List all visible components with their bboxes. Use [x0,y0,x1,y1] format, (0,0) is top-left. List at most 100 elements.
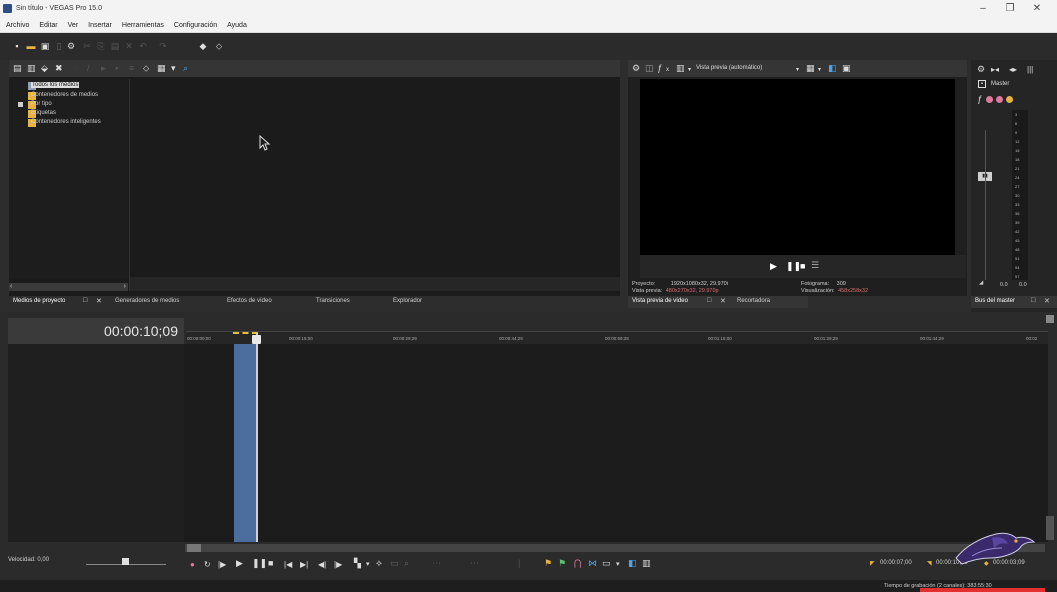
stop-media-icon[interactable]: ▪ [115,63,118,74]
menu-editar[interactable]: Editar [33,19,61,29]
play-from-start-icon[interactable]: |▶ [218,559,226,570]
timeline-timecode[interactable]: 00:00:10;09 [104,323,178,339]
ripple-icon[interactable]: ⋯ [432,558,441,569]
go-to-end-icon[interactable]: ▶| [300,559,308,570]
preview-stop-icon[interactable]: ■ [800,261,805,271]
undo-icon[interactable]: ↶ [138,41,148,51]
timeline-scroll-thumb[interactable] [187,544,201,552]
preview-menu-icon[interactable]: ☰ [811,260,819,271]
tab-bus-del-master[interactable]: Bus del master [975,298,1015,304]
tab-recortadora[interactable]: Recortadora [737,298,770,304]
stop-icon[interactable]: ■ [268,558,273,569]
copy-snapshot-icon[interactable]: ◧ [828,63,837,74]
insert-marker-icon[interactable]: ⚑ [544,558,552,569]
split-dropdown-icon[interactable]: ▾ [688,65,691,76]
selection-tool-icon[interactable]: ▭ [390,558,399,569]
playhead-handle-icon[interactable] [252,335,261,344]
delete-icon[interactable]: ✕ [124,41,134,51]
cut-icon[interactable]: ✂ [82,41,92,51]
save-snapshot-icon[interactable]: ▣ [842,63,851,74]
pause-icon[interactable]: ❚❚ [252,558,267,569]
capture-icon[interactable]: ▥ [27,63,36,74]
solo-icon[interactable] [996,96,1003,103]
media-tag-icon[interactable]: ⬦ [143,63,149,74]
preview-tab-undock-icon[interactable]: □ [707,297,711,304]
view-mode-icon[interactable]: ▦ [157,63,166,74]
scroll-right-icon[interactable]: › [124,283,126,291]
properties-icon[interactable]: ▯ [54,41,64,51]
menu-configuracion[interactable]: Configuración [168,19,221,29]
trim-icon[interactable]: ⋯ [470,558,479,569]
mute-icon[interactable] [986,96,993,103]
master-tab-close-icon[interactable]: ✕ [1044,297,1050,305]
record-icon[interactable]: ● [190,559,195,570]
video-fx-icon[interactable]: ƒ [657,63,662,74]
overlays-dropdown-icon[interactable]: ▾ [818,65,821,76]
tree-item-contenedores-inteligentes[interactable]: Contenedores inteligentes [31,119,101,125]
menu-ver[interactable]: Ver [62,19,83,29]
snapping-icon[interactable]: ⋂ [574,558,581,569]
search-icon[interactable]: ⌕ [183,63,188,74]
settings-gear-icon[interactable]: ⚙ [66,41,76,51]
preview-quality-dropdown[interactable]: Vista previa (automático) [696,65,762,71]
play-media-icon[interactable]: ▸ [101,63,106,74]
tab-undock-icon[interactable]: □ [83,297,87,304]
next-frame-icon[interactable]: |▶ [334,559,342,570]
menu-insertar[interactable]: Insertar [82,19,116,29]
close-button[interactable]: ✕ [1026,3,1048,14]
loop-region[interactable] [234,344,257,542]
time-ruler[interactable]: 00:00:00;00 00:00:15;00 00:00:29;29 00:0… [186,331,1048,344]
scroll-left-icon[interactable]: ‹ [10,283,12,291]
view-dropdown-icon[interactable]: ▾ [171,63,176,74]
zoom-tool-icon[interactable]: ⌕ [404,558,409,569]
copy-icon[interactable]: ⎘ [96,41,106,51]
mixer-dim-icon[interactable]: ◂▸ [1009,64,1017,75]
tree-item-contenedores-de-medios[interactable]: Contenedores de medios [31,92,98,98]
minimize-button[interactable]: – [972,3,994,14]
normal-edit-tool-icon[interactable]: ▚ [354,558,361,569]
autopreview-icon[interactable]: ≡ [129,63,134,74]
loop-playback-icon[interactable]: ↻ [204,559,211,570]
new-project-icon[interactable]: ▪ [12,41,22,51]
tree-horizontal-scrollbar[interactable]: ‹ › [9,283,128,291]
quality-dropdown-icon[interactable]: ▾ [796,65,799,76]
menu-ayuda[interactable]: Ayuda [221,19,251,29]
playhead-cursor[interactable] [256,333,258,542]
insert-region-icon[interactable]: ⚑ [558,558,566,569]
save-icon[interactable]: ▣ [40,41,50,51]
previous-frame-icon[interactable]: ◀| [318,559,326,570]
render-icon[interactable]: ◆ [198,41,208,51]
tab-transiciones[interactable]: Transiciones [316,298,350,304]
timeline-options-icon[interactable]: ▥ [642,558,651,569]
record-arm-icon[interactable] [1006,96,1013,103]
remove-media-icon[interactable]: ✖ [55,63,63,74]
speed-slider-thumb[interactable] [122,558,129,565]
preview-tab-close-icon[interactable]: ✕ [720,297,726,305]
preview-play-icon[interactable]: ▶ [770,261,777,272]
paste-icon[interactable]: ▤ [110,41,120,51]
timeline-vertical-scrollbar[interactable] [1046,516,1054,540]
envelope-tool-icon[interactable]: ⟡ [376,558,382,569]
tab-efectos-de-video[interactable]: Efectos de vídeo [227,298,272,304]
ignore-grouping-icon[interactable]: ◧ [628,558,637,569]
open-folder-icon[interactable]: ▬ [26,41,36,51]
mixer-meters-icon[interactable]: ||| [1027,64,1033,75]
media-tools-icon[interactable]: / [87,63,90,74]
preview-settings-gear-icon[interactable]: ⚙ [632,63,640,74]
mixer-downmix-icon[interactable]: ▸◂ [991,64,999,75]
redo-icon[interactable]: ↷ [158,41,168,51]
expand-icon[interactable] [18,102,23,107]
timeline-horizontal-scrollbar[interactable] [185,544,1045,552]
preview-device-icon[interactable]: ◫ [645,63,654,74]
timeline-menu-icon[interactable] [1046,315,1054,323]
split-screen-icon[interactable]: ▥ [676,63,685,74]
tab-medios-de-proyecto[interactable]: Medios de proyecto [13,298,65,304]
play-icon[interactable]: ▶ [236,558,243,569]
lock-envelopes-icon[interactable]: ▭ [602,558,611,569]
maximize-button[interactable]: ❐ [999,3,1021,14]
tool-dropdown-icon[interactable]: ▾ [366,559,370,570]
tab-close-icon[interactable]: ✕ [96,297,102,305]
lock-dropdown-icon[interactable]: ▾ [616,559,620,570]
auto-crossfade-icon[interactable]: ⋈ [588,558,597,569]
split-icon[interactable]: | [518,558,520,569]
